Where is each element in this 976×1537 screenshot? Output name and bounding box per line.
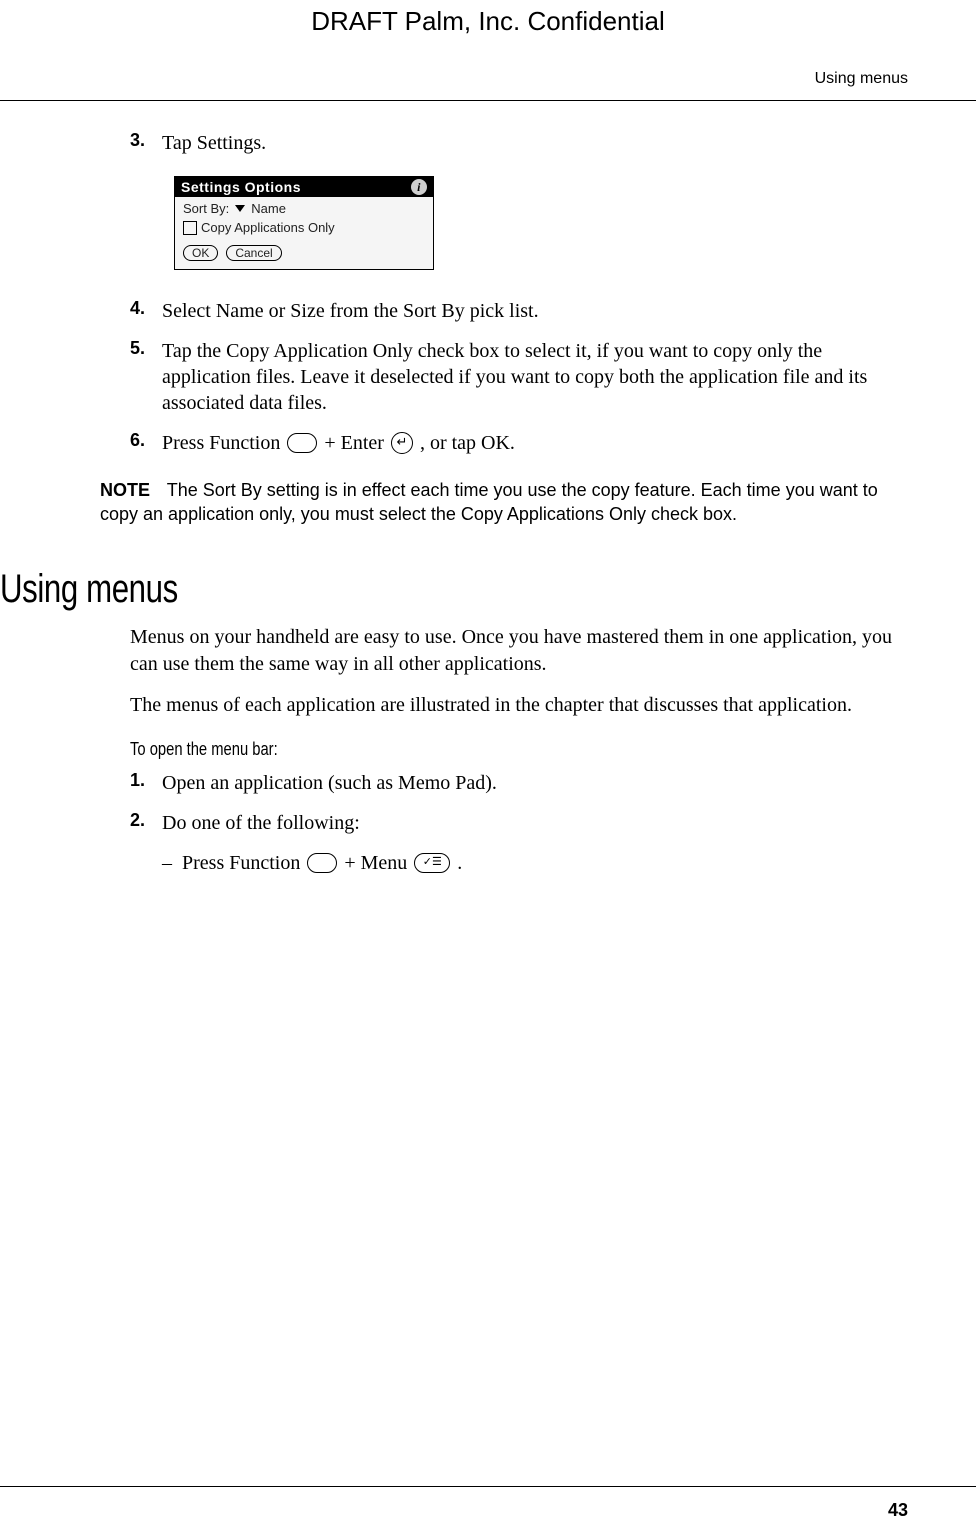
- copy-apps-checkbox[interactable]: [183, 221, 197, 235]
- info-icon[interactable]: i: [411, 179, 427, 195]
- function-key-icon: [307, 853, 337, 873]
- note-text: The Sort By setting is in effect each ti…: [100, 480, 878, 524]
- step-number: 5.: [130, 338, 162, 359]
- text-fragment: + Menu: [344, 852, 412, 874]
- dash-bullet: –: [162, 850, 172, 876]
- text-fragment: , or tap OK.: [420, 432, 515, 454]
- step-text: Select Name or Size from the Sort By pic…: [162, 298, 539, 324]
- dialog-title: Settings Options: [181, 179, 301, 195]
- step-number: 3.: [130, 130, 162, 151]
- body-paragraph-1: Menus on your handheld are easy to use. …: [130, 624, 908, 678]
- step-text: Tap Settings.: [162, 130, 266, 156]
- dropdown-icon[interactable]: [235, 205, 245, 212]
- step-text: Tap the Copy Application Only check box …: [162, 338, 908, 416]
- sort-by-row: Sort By: Name: [183, 201, 425, 216]
- dialog-body: Sort By: Name Copy Applications Only OK …: [175, 197, 433, 269]
- ok-button[interactable]: OK: [183, 245, 218, 261]
- step-number: 1.: [130, 770, 162, 791]
- step-text: Open an application (such as Memo Pad).: [162, 770, 497, 796]
- copy-apps-row: Copy Applications Only: [183, 220, 425, 235]
- menu-step-2-subitem: – Press Function + Menu ✓☰ .: [162, 850, 908, 876]
- text-fragment: + Enter: [324, 432, 389, 454]
- menu-step-1: 1. Open an application (such as Memo Pad…: [130, 770, 908, 796]
- running-header: Using menus: [815, 70, 908, 88]
- footer-rule: [0, 1486, 976, 1487]
- menu-step-2: 2. Do one of the following:: [130, 810, 908, 836]
- subheading-open-menu-bar: To open the menu bar:: [130, 739, 768, 760]
- note-block: NOTE The Sort By setting is in effect ea…: [100, 478, 908, 527]
- dialog-buttons: OK Cancel: [183, 245, 425, 261]
- sort-by-label: Sort By:: [183, 201, 229, 216]
- header-rule: [0, 100, 976, 101]
- text-fragment: .: [457, 852, 462, 874]
- note-label: NOTE: [100, 480, 150, 500]
- menu-key-icon: ✓☰: [414, 853, 450, 873]
- page: DRAFT Palm, Inc. Confidential Using menu…: [0, 0, 976, 1537]
- text-fragment: Press Function: [162, 432, 285, 454]
- text-fragment: Press Function: [182, 852, 305, 874]
- step-number: 4.: [130, 298, 162, 319]
- cancel-button[interactable]: Cancel: [226, 245, 281, 261]
- page-number: 43: [888, 1500, 908, 1521]
- step-number: 6.: [130, 430, 162, 451]
- settings-options-dialog: Settings Options i Sort By: Name Copy Ap…: [174, 176, 434, 270]
- step-text: Do one of the following:: [162, 810, 360, 836]
- draft-header: DRAFT Palm, Inc. Confidential: [0, 6, 976, 37]
- step-text: Press Function + Menu ✓☰ .: [182, 850, 462, 876]
- body-paragraph-2: The menus of each application are illust…: [130, 692, 908, 719]
- step-3: 3. Tap Settings.: [130, 130, 908, 156]
- content-area: 3. Tap Settings. Settings Options i Sort…: [130, 130, 908, 876]
- step-4: 4. Select Name or Size from the Sort By …: [130, 298, 908, 324]
- step-5: 5. Tap the Copy Application Only check b…: [130, 338, 908, 416]
- dialog-titlebar: Settings Options i: [175, 177, 433, 197]
- enter-key-icon: ↵: [391, 432, 413, 454]
- step-6: 6. Press Function + Enter ↵ , or tap OK.: [130, 430, 908, 456]
- step-number: 2.: [130, 810, 162, 831]
- sort-by-value[interactable]: Name: [251, 201, 286, 216]
- step-text: Press Function + Enter ↵ , or tap OK.: [162, 430, 515, 456]
- copy-apps-label: Copy Applications Only: [201, 220, 335, 235]
- section-heading: Using menus: [0, 567, 708, 612]
- function-key-icon: [287, 433, 317, 453]
